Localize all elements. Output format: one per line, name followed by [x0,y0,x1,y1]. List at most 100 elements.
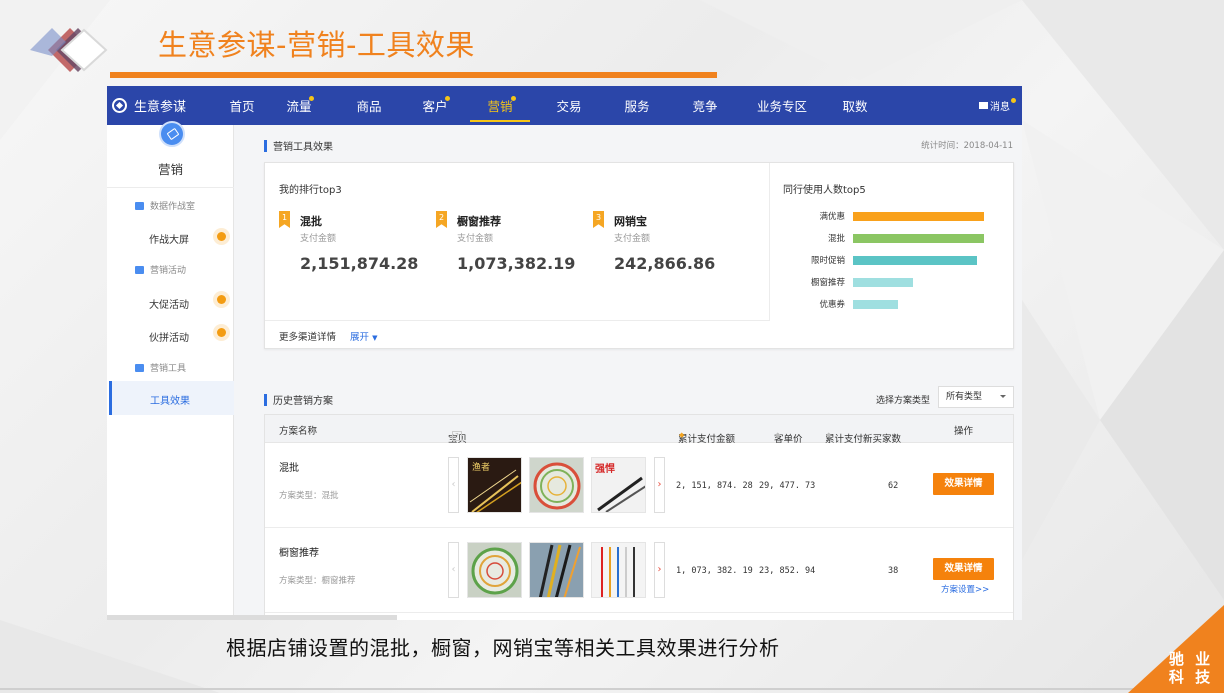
messages-label: 消息 [990,102,1010,113]
fishing-rods-image: 渔者 [468,458,521,512]
product-thumb[interactable] [591,542,646,598]
corner-line: 科 技 [1168,668,1214,686]
corner-line: 驰 业 [1168,650,1214,668]
nav-dot [511,96,516,101]
marketing-tag-icon [159,121,185,147]
sidebar-item-tool-effect[interactable]: 工具效果 [109,381,234,415]
tool-effect-panel: 我的排行top3 1 混批 支付金额 2,151,874.28 2 橱窗推荐 支… [264,162,1014,349]
nav-label: 流量 [286,99,312,114]
plan-type-select[interactable]: 所有类型 [938,386,1014,408]
group-label: 营销工具 [150,364,187,374]
effect-detail-button[interactable]: 效果详情 [933,473,994,495]
brand-label: 生意参谋 [134,100,187,115]
nav-label: 竞争 [692,99,718,114]
sort-icon: ◆ [679,431,685,439]
sidebar-item-war-screen[interactable]: 作战大屏 [149,231,189,246]
rank-name: 橱窗推荐 [457,215,501,228]
chart-bar-label: 满优惠 [819,212,845,222]
expand-link[interactable]: 展开 ▼ [350,329,377,343]
carousel-next-button[interactable]: › [654,457,665,513]
messages-dot [1011,98,1016,103]
sidebar-group-war-room: 数据作战室 [135,199,195,212]
col-name: 方案名称 [279,426,318,437]
help-icon[interactable]: ? [452,431,462,441]
horizontal-scrollbar[interactable] [107,615,397,620]
nav-marketing[interactable]: 营销 [466,86,534,125]
heading-bar [264,393,267,406]
product-thumb[interactable]: 强悍 [591,457,646,513]
nav-compete[interactable]: 竞争 [670,86,740,125]
nav-traffic[interactable]: 流量 [264,86,334,125]
product-thumb[interactable] [467,542,522,598]
sidebar-divider [107,187,234,188]
nav-label: 商品 [356,99,382,114]
corner-brand: 驰 业 科 技 [1166,650,1216,686]
plan-setting-link[interactable]: 方案设置>> [941,583,989,595]
sort-icon: ◆ [775,431,781,439]
panel-divider [769,163,770,321]
folder-icon [135,363,144,372]
sidebar-group-tools: 营销工具 [135,361,186,374]
thumb-text: 渔者 [472,462,490,473]
my-rank-title: 我的排行top3 [279,185,342,196]
ring-net-image [468,543,521,597]
sidebar-dot [217,232,226,241]
chart-bar-label: 优惠券 [819,300,845,310]
col-action: 操作 [954,426,974,437]
more-channels-row: 更多渠道详情 展开 ▼ [279,329,377,343]
sidebar-group-activities: 营销活动 [135,263,186,276]
rank-sub: 支付金额 [300,234,337,244]
product-thumb[interactable] [529,457,584,513]
new-buyers-cell: 38 [888,566,899,576]
carousel-prev-button[interactable]: ‹ [448,542,459,598]
more-channels-label: 更多渠道详情 [279,332,337,343]
table-header: 方案名称 宝贝? 累计支付金额 ◆ 客单价 ◆ 累计支付新买家数 ◆ 操作 [265,415,1013,445]
panel-divider [265,320,769,321]
slide-title: 生意参谋-营销-工具效果 [158,28,475,62]
sidebar-item-group-buy[interactable]: 伙拼活动 [149,329,189,344]
chart-bar-row: 限时促销 [777,254,1007,266]
plan-name: 混批 [279,463,299,474]
sidebar-item-big-promo[interactable]: 大促活动 [149,296,189,311]
nav-label: 交易 [556,99,582,114]
carousel-next-button[interactable]: › [654,542,665,598]
plan-name: 橱窗推荐 [279,548,319,559]
new-buyers-cell: 62 [888,481,899,491]
nav-messages[interactable]: 消息 [979,98,1016,113]
nav-service[interactable]: 服务 [604,86,670,125]
nav-label: 客户 [422,99,448,114]
total-pay-cell: 2, 151, 874. 28 [676,481,753,491]
sidebar-item-label: 工具效果 [150,396,190,407]
rank-badge: 3 [593,211,604,228]
nav-customer[interactable]: 客户 [404,86,466,125]
nav-business-zone[interactable]: 业务专区 [740,86,824,125]
slide-caption: 根据店铺设置的混批，橱窗，网销宝等相关工具效果进行分析 [226,636,780,660]
thumb-text: 强悍 [595,462,615,475]
group-label: 营销活动 [150,266,187,276]
section-history-heading: 历史营销方案 [264,392,333,407]
heading-label: 历史营销方案 [273,396,333,407]
carousel-prev-button[interactable]: ‹ [448,457,459,513]
nav-goods[interactable]: 商品 [334,86,404,125]
brand[interactable]: 生意参谋 [112,96,220,115]
chart-bar-label: 混批 [827,234,845,244]
product-thumb[interactable] [529,542,584,598]
heading-label: 营销工具效果 [273,142,333,153]
chart-bar-row: 满优惠 [777,210,1007,222]
caret-down-icon: ▼ [372,334,378,342]
product-thumb[interactable]: 渔者 [467,457,522,513]
nav-label: 首页 [229,99,255,114]
nav-label: 业务专区 [756,99,807,114]
unit-price-cell: 23, 852. 94 [759,566,816,576]
color-rods-image [530,543,583,597]
ring-net-image [530,458,583,512]
rank-sub: 支付金额 [614,234,651,244]
table-row: 橱窗推荐 方案类型：橱窗推荐 ‹ › 1, 073, 382. 19 23, 8… [265,528,1013,613]
rod-pair-image: 强悍 [592,458,645,512]
app-window: 生意参谋 首页 流量 商品 客户 营销 交易 服务 竞争 业务专区 取数 消息 … [107,86,1022,620]
effect-detail-button[interactable]: 效果详情 [933,558,994,580]
nav-home[interactable]: 首页 [220,86,264,125]
nav-trade[interactable]: 交易 [534,86,604,125]
folder-icon [135,201,144,210]
nav-data-fetch[interactable]: 取数 [824,86,886,125]
